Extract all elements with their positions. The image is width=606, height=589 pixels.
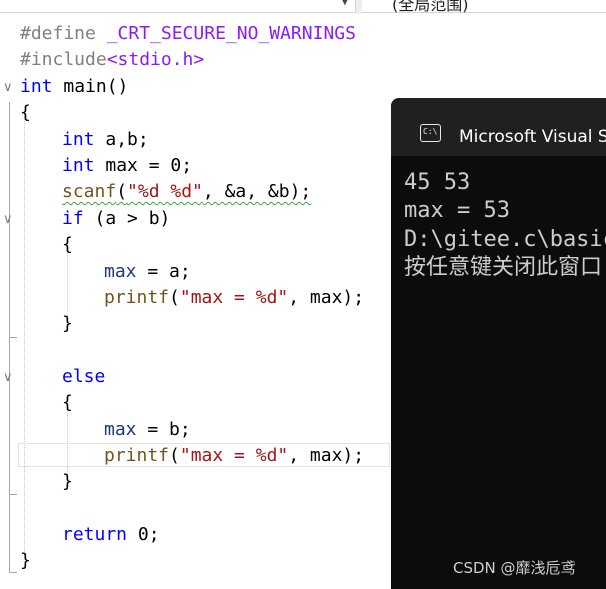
code-line-2[interactable]: #include<stdio.h> [20,47,204,73]
code-line-5[interactable]: int a,b; [62,127,149,153]
console-titlebar[interactable]: C:\ Microsoft Visual Studio 调试控制台 [391,98,606,156]
fold-if-icon[interactable]: ∨ [3,212,13,227]
format-string: "max = %d" [179,445,289,466]
fold-guide-else [9,390,10,494]
brace-open: { [20,102,31,123]
variable-max: max [104,261,137,282]
directive-include: #include [20,49,107,70]
variable-max: max [104,419,137,440]
fold-main-icon[interactable]: ∨ [3,80,13,95]
fold-guide-main-end [9,572,17,573]
declaration: a,b; [94,129,149,150]
func-signature: main() [52,76,129,97]
directive-define: #define [20,23,107,44]
macro-name: _CRT_SECURE_NO_WARNINGS [106,23,356,44]
code-line-6[interactable]: int max = 0; [62,153,192,179]
console-output-line: D:\gitee.c\basic [404,227,606,252]
keyword-else: else [62,366,106,387]
arguments: , &a, &b); [202,181,312,202]
arguments: , max); [288,287,365,308]
function-scanf: scanf [62,181,117,202]
debug-console-window[interactable]: C:\ Microsoft Visual Studio 调试控制台 45 53 … [391,98,606,589]
code-line-20[interactable]: return 0; [62,522,160,548]
code-line-10[interactable]: max = a; [104,259,191,285]
code-line-15[interactable]: { [62,390,73,416]
brace-close: } [20,550,31,571]
keyword-if: if [62,208,84,229]
assignment: = b; [136,419,191,440]
keyword-int: int [62,129,95,150]
console-output-line: max = 53 [404,198,510,223]
paren: ( [169,287,180,308]
return-value: 0; [127,524,160,545]
scope-label: (全局范围) [392,0,469,14]
code-line-3[interactable]: int main() [20,74,128,100]
declaration: max = 0; [94,155,193,176]
fold-else-icon[interactable]: ∨ [3,370,13,385]
dropdown-arrow-icon[interactable]: ▼ [341,0,349,7]
code-line-21[interactable]: } [20,548,31,574]
brace-open: { [62,234,73,255]
code-line-1[interactable]: #define _CRT_SECURE_NO_WARNINGS [20,21,356,47]
member-dropdown[interactable] [0,0,356,13]
code-line-4[interactable]: { [20,100,31,126]
brace-close: } [62,471,73,492]
code-line-14[interactable]: else [62,364,105,390]
code-line-7[interactable]: scanf("%d %d", &a, &b); [62,179,311,205]
navigation-bar: ▼ (全局范围) [0,0,606,15]
function-printf: printf [104,287,170,308]
code-line-8[interactable]: if (a > b) [62,206,170,232]
console-app-icon: C:\ [420,124,441,142]
condition: (a > b) [83,208,171,229]
console-title: Microsoft Visual Studio 调试控制台 [459,127,606,147]
code-line-17[interactable]: printf("max = %d", max); [104,443,364,469]
keyword-return: return [62,524,128,545]
code-line-11[interactable]: printf("max = %d", max); [104,285,364,311]
brace-open: { [62,392,73,413]
brace-close: } [62,313,73,334]
watermark: CSDN @靡浅卮鸢 [453,559,576,577]
fold-guide-else-end [9,494,17,495]
function-printf: printf [104,445,170,466]
format-string: "%d %d" [127,181,203,202]
include-file: <stdio.h> [106,49,205,70]
code-line-9[interactable]: { [62,232,73,258]
code-line-18[interactable]: } [62,469,73,495]
format-string: "max = %d" [179,287,289,308]
paren: ( [169,445,180,466]
arguments: , max); [288,445,365,466]
fold-guide-if [9,231,10,337]
keyword-int: int [62,155,95,176]
fold-guide-if-end [9,337,17,338]
assignment: = a; [136,261,191,282]
paren: ( [116,181,128,202]
indent-guide [24,116,25,556]
code-line-12[interactable]: } [62,311,73,337]
code-line-16[interactable]: max = b; [104,417,191,443]
keyword-int: int [20,76,53,97]
console-output-line: 按任意键关闭此窗口 [404,255,603,280]
console-output-line: 45 53 [404,170,471,195]
